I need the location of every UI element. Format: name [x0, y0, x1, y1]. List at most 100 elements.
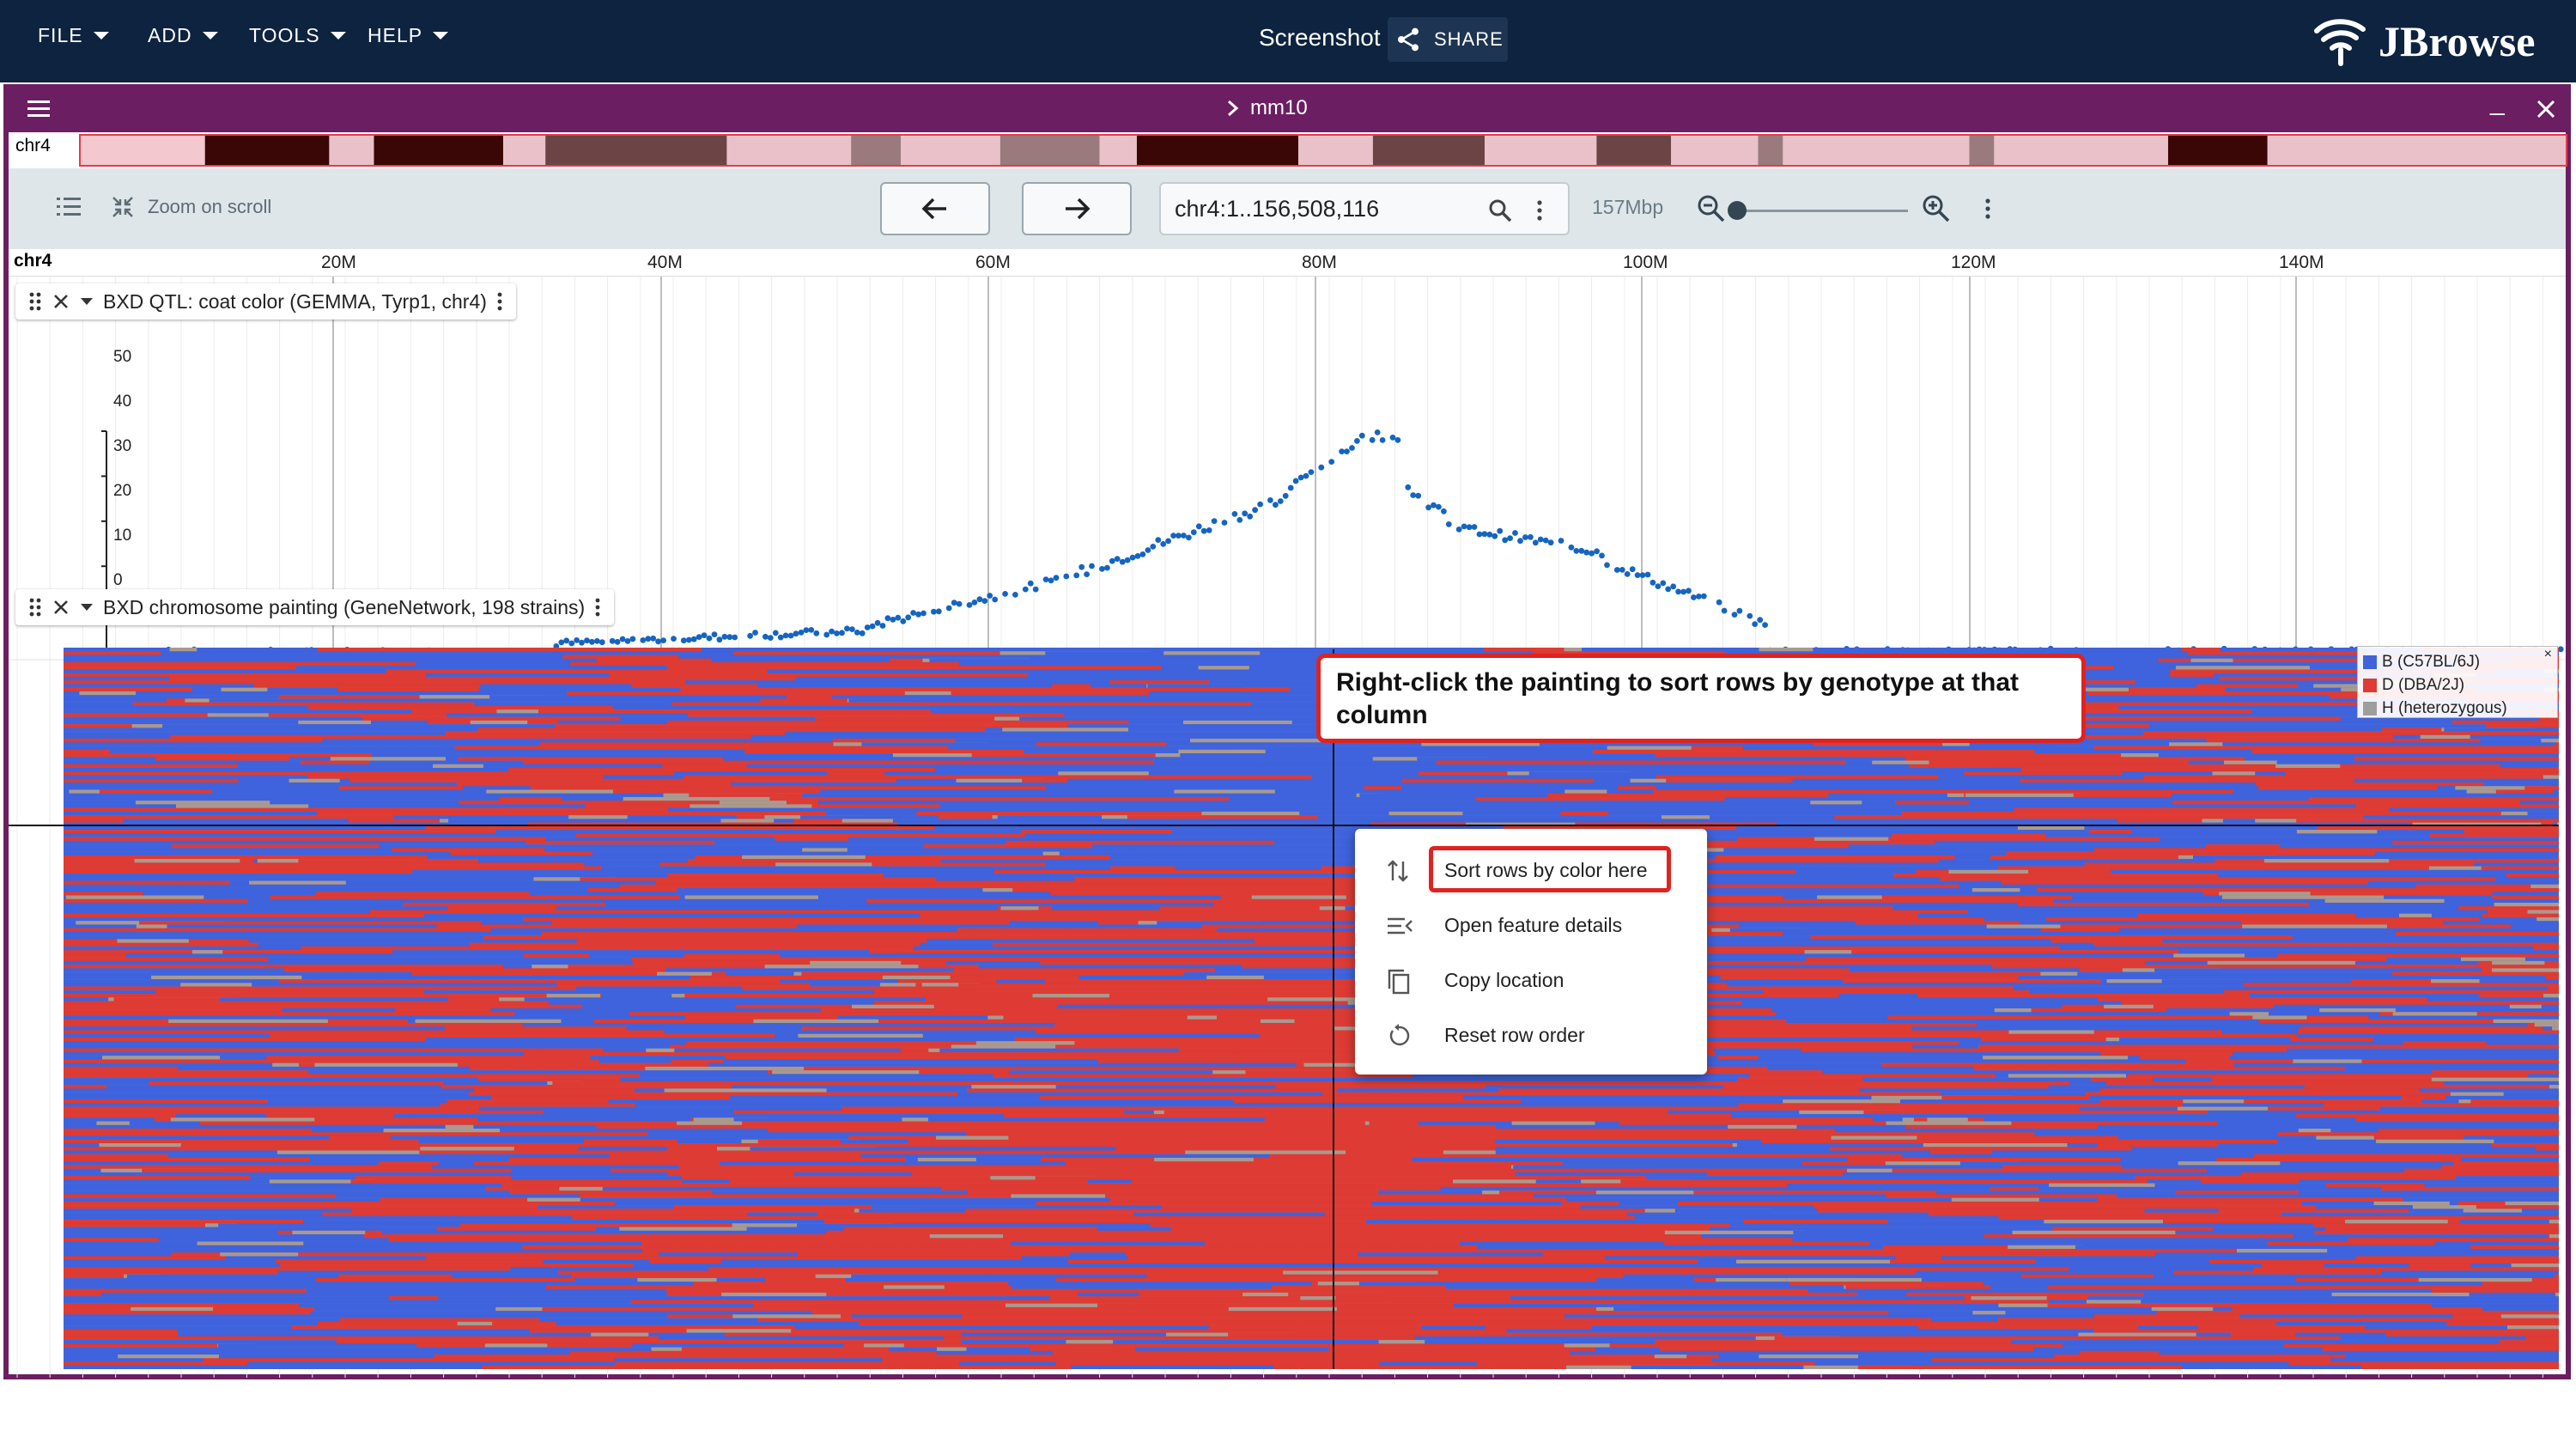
view-options-icon[interactable] — [1982, 196, 1994, 222]
ideogram-band — [1485, 136, 1597, 165]
painting-canvas[interactable] — [64, 648, 2559, 1369]
qtl-point — [660, 637, 666, 643]
painting-segment — [523, 953, 590, 958]
painting-segment — [668, 807, 1076, 813]
painting-segment — [2097, 1197, 2404, 1202]
minimize-icon[interactable]: _ — [2490, 88, 2505, 117]
qtl-point — [823, 631, 830, 638]
qtl-point — [869, 623, 876, 630]
assembly-name: mm10 — [1250, 96, 1308, 119]
painting-segment — [2119, 928, 2559, 933]
tools-menu[interactable]: TOOLS — [249, 24, 346, 47]
painting-segment — [64, 749, 111, 754]
qtl-point — [1436, 503, 1442, 510]
painting-segment — [924, 1234, 1492, 1239]
painting-segment — [671, 702, 1252, 707]
painting-segment — [355, 1176, 513, 1180]
painting-segment — [225, 1256, 427, 1261]
painting-segment — [1196, 1263, 1718, 1268]
painting-segment — [64, 811, 318, 816]
track-menu-icon[interactable] — [593, 596, 602, 618]
track-menu-icon[interactable] — [495, 290, 504, 313]
share-button[interactable]: SHARE — [1388, 17, 1508, 62]
menu-item-copy-location[interactable]: Copy location — [1355, 953, 1707, 1008]
zoom-slider-thumb[interactable] — [1728, 201, 1747, 220]
chromosome-painting[interactable] — [64, 648, 2559, 1369]
painting-segment — [1422, 1325, 1486, 1330]
help-menu[interactable]: HELP — [368, 24, 449, 47]
drag-handle-icon[interactable] — [27, 290, 43, 313]
view-title[interactable]: mm10 — [1226, 96, 1308, 120]
zoom-on-scroll-toggle[interactable]: Zoom on scroll — [110, 194, 271, 220]
painting-segment — [308, 705, 614, 710]
painting-segment — [336, 1340, 962, 1344]
painting-het-segment — [2263, 859, 2390, 863]
qtl-point — [1053, 575, 1060, 581]
qtl-point — [798, 630, 805, 636]
painting-segment — [1605, 1256, 1897, 1261]
drag-handle-icon[interactable] — [27, 596, 43, 618]
close-icon[interactable] — [2535, 98, 2557, 120]
painting-segment — [1662, 960, 2146, 965]
ruler-tick-label: 100M — [1623, 253, 1668, 272]
painting-segment — [298, 859, 479, 863]
zoom-in-icon[interactable] — [1922, 194, 1951, 223]
context-menu: Sort rows by color here Open feature det… — [1355, 829, 1707, 1075]
painting-segment — [64, 673, 427, 678]
painting-segment — [170, 734, 752, 740]
painting-het-segment — [2324, 898, 2445, 904]
painting-segment — [1777, 768, 2021, 772]
painting-segment — [746, 764, 1259, 769]
qtl-point — [1542, 537, 1549, 544]
painting-segment — [64, 1197, 380, 1202]
location-search-input[interactable]: chr4:1..156,508,116 — [1159, 182, 1570, 235]
painting-segment — [2482, 1306, 2559, 1312]
painting-segment — [552, 1081, 1055, 1086]
session-name[interactable]: Screenshot — [1259, 24, 1381, 52]
zoom-slider[interactable] — [1736, 210, 1908, 212]
qtl-point — [558, 639, 565, 646]
painting-het-segment — [2219, 892, 2311, 896]
track-selector-icon[interactable] — [55, 194, 84, 220]
painting-segment — [501, 1183, 842, 1188]
painting-segment — [1835, 1129, 2379, 1133]
overview-scale[interactable]: chr4 — [9, 132, 2567, 168]
painting-het-segment — [2106, 979, 2162, 983]
chromosome-ideogram[interactable] — [79, 134, 2567, 167]
close-track-icon[interactable] — [52, 292, 70, 311]
file-menu[interactable]: FILE — [38, 24, 109, 47]
painting-segment — [820, 757, 1418, 761]
painting-segment — [1271, 1285, 1446, 1289]
menu-item-open-details[interactable]: Open feature details — [1355, 898, 1707, 953]
close-track-icon[interactable] — [52, 598, 70, 617]
triangle-down-icon[interactable] — [79, 295, 94, 307]
painting-segment — [632, 1343, 845, 1348]
painting-segment — [894, 935, 1334, 940]
painting-segment — [64, 1161, 380, 1166]
triangle-down-icon[interactable] — [79, 601, 94, 613]
painting-segment — [1513, 1165, 2003, 1169]
view-menu-icon[interactable] — [26, 98, 52, 120]
painting-segment — [1666, 1030, 2222, 1034]
painting-segment — [953, 968, 1216, 972]
add-menu[interactable]: ADD — [148, 24, 218, 47]
menu-item-sort-rows[interactable]: Sort rows by color here — [1355, 843, 1707, 898]
painting-segment — [2314, 1230, 2559, 1235]
painting-segment — [1005, 840, 1275, 845]
painting-het-segment — [1564, 789, 1607, 794]
painting-segment — [2154, 968, 2482, 972]
painting-segment — [2317, 825, 2559, 831]
painting-segment — [1485, 1085, 1724, 1089]
more-vert-icon[interactable] — [1534, 198, 1546, 223]
painting-segment — [1075, 807, 1575, 813]
painting-het-segment — [2331, 1292, 2470, 1297]
search-icon[interactable] — [1487, 198, 1513, 223]
ruler[interactable]: chr4 20M 40M 60M 80M 100M 120M 140M — [9, 249, 2566, 277]
painting-segment — [1929, 1150, 1993, 1154]
menu-item-reset-order[interactable]: Reset row order — [1355, 1008, 1707, 1062]
painting-segment — [203, 1358, 616, 1362]
zoom-out-icon[interactable] — [1697, 194, 1726, 223]
pan-right-button[interactable] — [1022, 182, 1132, 235]
pan-left-button[interactable] — [880, 182, 990, 235]
legend-close-icon[interactable]: × — [2544, 647, 2552, 662]
